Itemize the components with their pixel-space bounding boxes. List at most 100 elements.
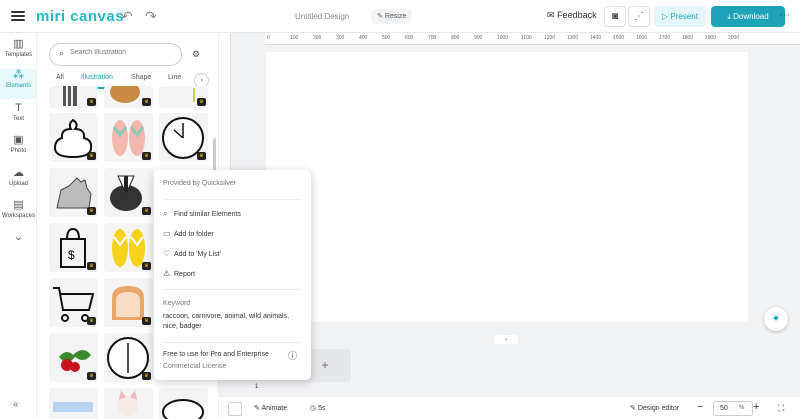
feedback-button[interactable]: ✉ Feedback bbox=[547, 10, 597, 21]
illustration-tile-cat[interactable] bbox=[104, 388, 153, 419]
chevron-down-icon: ⌄ bbox=[13, 231, 24, 243]
provider-label: Provided by Quicksilver bbox=[163, 180, 237, 187]
crown-icon: ♛ bbox=[87, 98, 96, 106]
tab-all[interactable]: All bbox=[56, 74, 64, 81]
camera-icon: ◙ bbox=[611, 11, 619, 22]
warning-icon: ⚠ bbox=[163, 269, 171, 278]
undo-icon[interactable]: ↶ bbox=[121, 8, 133, 25]
timer-icon: ◷ bbox=[310, 405, 317, 412]
rail-item-workspaces[interactable]: ▤ Workspaces bbox=[0, 199, 37, 229]
keyword-list: raccoon, carnivore, animal, wild animals… bbox=[163, 313, 290, 330]
ruler-tick: 1000 bbox=[497, 35, 509, 41]
page-number: 1 bbox=[255, 384, 259, 390]
crown-icon: ♛ bbox=[142, 317, 151, 325]
rail-item-label: Text bbox=[12, 116, 24, 122]
rail-item-label: Templates bbox=[4, 52, 33, 58]
illustration-tile-cookie[interactable]: ♛ bbox=[104, 86, 153, 108]
illustration-tile-striped-object[interactable]: ♛ bbox=[49, 86, 98, 108]
zoom-out-button[interactable]: − bbox=[697, 401, 703, 413]
resize-button[interactable]: ✎ Resize bbox=[371, 9, 413, 24]
crown-icon: ♛ bbox=[142, 98, 151, 106]
ruler-tick: 1300 bbox=[567, 35, 579, 41]
illustration-tile-yellow-sandals[interactable]: ♛ bbox=[104, 223, 153, 272]
feedback-label: Feedback bbox=[557, 10, 597, 20]
info-icon[interactable]: ⓘ bbox=[288, 349, 297, 362]
report-menu-item[interactable]: ⚠ Report bbox=[163, 269, 302, 284]
present-button[interactable]: ▷ Present bbox=[654, 6, 706, 27]
select-checkbox[interactable] bbox=[228, 402, 242, 416]
rail-item-upload[interactable]: ☁ Upload bbox=[0, 167, 37, 197]
ai-sparkle-icon[interactable]: ✦ bbox=[764, 307, 788, 331]
design-editor-label: Design editor bbox=[637, 405, 680, 412]
zoom-input[interactable]: 50 bbox=[713, 401, 753, 416]
football-image bbox=[162, 399, 204, 419]
search-input[interactable] bbox=[70, 49, 175, 56]
fullscreen-icon[interactable]: ⛶ bbox=[778, 403, 784, 414]
ruler-tick: 1800 bbox=[682, 35, 694, 41]
illustration-tile-shopping-cart[interactable]: ♛ bbox=[49, 278, 98, 327]
rail-item-elements[interactable]: ⁂ Elements bbox=[0, 69, 37, 99]
animate-button[interactable]: ✎ Animate bbox=[254, 404, 287, 412]
license-label: Commercial License bbox=[163, 363, 227, 370]
ruler-tick: 1900 bbox=[705, 35, 717, 41]
rail-item-text[interactable]: T Text bbox=[0, 102, 37, 132]
crown-icon: ♛ bbox=[87, 207, 96, 215]
illustration-tile-flip-flops[interactable]: ♛ bbox=[104, 113, 153, 162]
illustration-tile-blue-grid[interactable] bbox=[49, 388, 98, 419]
logo[interactable]: miri canvas bbox=[36, 8, 124, 25]
menu-item-label: Find similar Elements bbox=[174, 211, 241, 218]
rail-item-templates[interactable]: ▥ Templates bbox=[0, 38, 37, 68]
menu-item-label: Add to folder bbox=[174, 231, 214, 238]
filter-icon[interactable]: ⚙ bbox=[186, 44, 206, 64]
illustration-tile-bread[interactable]: ♛ bbox=[104, 278, 153, 327]
search-icon: ⌕ bbox=[163, 209, 168, 218]
svg-text:$: $ bbox=[68, 248, 75, 262]
crown-icon: ♛ bbox=[142, 372, 151, 380]
add-to-my-list-menu-item[interactable]: ♡ Add to 'My List' bbox=[163, 249, 302, 264]
document-title[interactable]: Untitled Design bbox=[295, 12, 349, 21]
illustration-tile-holly[interactable]: ♛ bbox=[49, 333, 98, 382]
redo-icon[interactable]: ↷ bbox=[145, 8, 157, 25]
rail-item-photo[interactable]: ▣ Photo bbox=[0, 134, 37, 164]
download-button[interactable]: ⤓ Download bbox=[711, 6, 785, 27]
collapse-panel-icon[interactable]: « bbox=[13, 399, 19, 410]
ruler-tick: 500 bbox=[382, 35, 391, 41]
tab-illustration[interactable]: Illustration bbox=[81, 74, 113, 81]
rail-expand[interactable]: ⌄ bbox=[0, 231, 37, 261]
share-button[interactable]: ⋰ bbox=[628, 6, 650, 27]
illustration-tile-football[interactable] bbox=[159, 388, 208, 419]
tab-shape[interactable]: Shape bbox=[131, 74, 151, 81]
menu-icon[interactable] bbox=[11, 9, 25, 23]
illustration-tile-badger[interactable]: ♛ bbox=[104, 168, 153, 217]
upload-icon: ☁ bbox=[13, 167, 24, 179]
illustration-tile-clock[interactable]: ♛ bbox=[159, 113, 208, 162]
illustration-tile-sparkle[interactable]: ♛ bbox=[159, 86, 208, 108]
illustration-tile-shopping-bag[interactable]: $ ♛ bbox=[49, 223, 98, 272]
menu-item-label: Add to 'My List' bbox=[174, 251, 222, 258]
ruler-tick: 1600 bbox=[636, 35, 648, 41]
illustration-tile-poop[interactable]: ♛ bbox=[49, 113, 98, 162]
horizontal-ruler: 0 100 200 300 400 500 600 700 800 900 10… bbox=[265, 33, 800, 45]
ruler-tick: 1700 bbox=[659, 35, 671, 41]
search-field[interactable]: ⌕ bbox=[49, 43, 182, 66]
ruler-tick: 800 bbox=[451, 35, 460, 41]
ruler-tick: 2000 bbox=[728, 35, 740, 41]
illustration-tile-wolf[interactable]: ♛ bbox=[49, 168, 98, 217]
top-bar: miri canvas ↶ ↷ Untitled Design ✎ Resize… bbox=[0, 0, 800, 33]
tab-line[interactable]: Line bbox=[168, 74, 181, 81]
search-icon: ⌕ bbox=[59, 48, 65, 58]
more-icon[interactable]: ··· bbox=[779, 9, 790, 21]
design-page[interactable] bbox=[266, 52, 748, 322]
chevron-down-icon[interactable]: ⌄ bbox=[494, 335, 518, 344]
left-rail: ▥ Templates ⁂ Elements T Text ▣ Photo ☁ … bbox=[0, 33, 37, 419]
duration-button[interactable]: ◷ 5s bbox=[310, 404, 325, 412]
add-to-folder-menu-item[interactable]: ▭ Add to folder bbox=[163, 229, 302, 244]
zoom-in-button[interactable]: + bbox=[753, 401, 759, 413]
crown-icon: ♛ bbox=[197, 98, 206, 106]
find-similar-menu-item[interactable]: ⌕ Find similar Elements bbox=[163, 209, 302, 224]
design-editor-button[interactable]: ✎ Design editor bbox=[630, 404, 679, 412]
divider bbox=[163, 199, 302, 200]
screenshot-button[interactable]: ◙ bbox=[604, 6, 626, 27]
illustration-tile-clock-2[interactable]: ♛ bbox=[104, 333, 153, 382]
cat-image bbox=[118, 390, 138, 416]
